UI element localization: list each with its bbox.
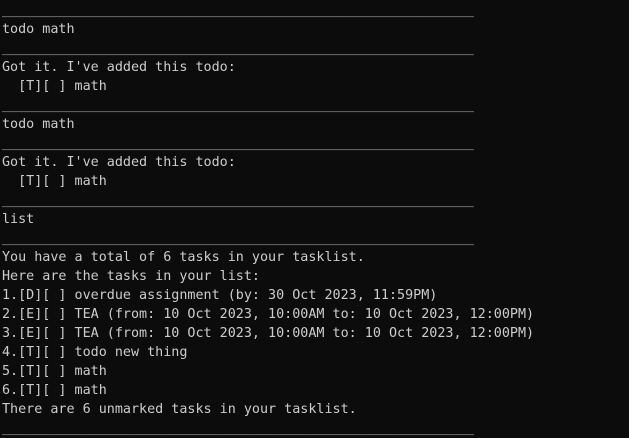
user-command: todo math (2, 117, 75, 132)
unmarked-count-message: There are 6 unmarked tasks in your taskl… (2, 402, 357, 417)
task-list-item: 3.[E][ ] TEA (from: 10 Oct 2023, 10:00AM… (2, 326, 535, 341)
separator-line: ________________________________________… (2, 193, 474, 208)
terminal-output[interactable]: ________________________________________… (0, 0, 629, 438)
task-list-item: 5.[T][ ] math (2, 364, 107, 379)
user-command: list (2, 212, 35, 227)
separator-line: ________________________________________… (2, 98, 474, 113)
task-list-item: 4.[T][ ] todo new thing (2, 345, 188, 360)
response-message: Got it. I've added this todo: (2, 60, 236, 75)
list-header: Here are the tasks in your list: (2, 269, 260, 284)
user-command: todo math (2, 22, 75, 37)
task-list-item: 2.[E][ ] TEA (from: 10 Oct 2023, 10:00AM… (2, 307, 535, 322)
task-list-item: 6.[T][ ] math (2, 383, 107, 398)
response-message: Got it. I've added this todo: (2, 155, 236, 170)
separator-line: ________________________________________… (2, 421, 474, 436)
separator-line: ________________________________________… (2, 231, 474, 246)
task-list-item: 1.[D][ ] overdue assignment (by: 30 Oct … (2, 288, 438, 303)
separator-line: ________________________________________… (2, 41, 474, 56)
added-task: [T][ ] math (2, 174, 107, 189)
separator-line: ________________________________________… (2, 3, 474, 18)
separator-line: ________________________________________… (2, 136, 474, 151)
added-task: [T][ ] math (2, 79, 107, 94)
task-count-message: You have a total of 6 tasks in your task… (2, 250, 365, 265)
